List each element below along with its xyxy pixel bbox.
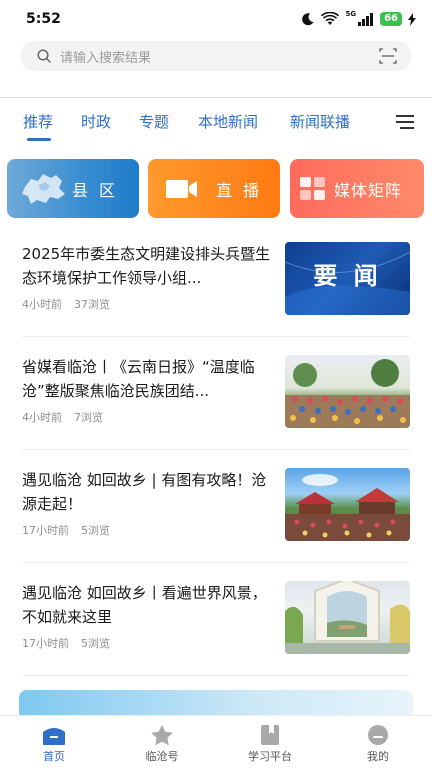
- profile-icon: [368, 725, 388, 745]
- nav-profile[interactable]: 我的: [338, 724, 418, 764]
- media-matrix-button[interactable]: 媒体矩阵: [290, 159, 424, 218]
- nav-lincang-account[interactable]: 临沧号: [122, 724, 202, 764]
- list-divider: [22, 675, 410, 676]
- news-thumbnail: [285, 355, 410, 428]
- tab-local-news[interactable]: 本地新闻: [198, 111, 258, 132]
- status-icons: 5G 66: [301, 10, 416, 26]
- nav-home[interactable]: 首页: [14, 724, 94, 764]
- live-channel-button[interactable]: 直 播: [148, 159, 280, 218]
- status-time: 5:52: [26, 11, 61, 27]
- news-time: 17小时前: [22, 637, 69, 650]
- scenic-photo: [285, 581, 410, 654]
- news-item[interactable]: 遇见临沧 如回故乡 | 有图有攻略！沧源走起！ 17小时前 5浏览: [22, 468, 410, 560]
- search-bar[interactable]: 请输入搜索结果: [20, 41, 412, 71]
- search-icon: [37, 49, 51, 63]
- scan-icon[interactable]: [378, 46, 398, 66]
- tab-recommend[interactable]: 推荐: [23, 111, 53, 132]
- news-time: 4小时前: [22, 298, 62, 311]
- search-input[interactable]: 请输入搜索结果: [60, 47, 151, 66]
- tab-politics[interactable]: 时政: [81, 111, 111, 132]
- news-views: 5浏览: [81, 524, 110, 537]
- news-meta: 17小时前 5浏览: [22, 635, 110, 651]
- list-divider: [22, 562, 410, 563]
- signal-icon: [358, 12, 374, 26]
- news-thumbnail: [285, 581, 410, 654]
- news-meta: 4小时前 37浏览: [22, 296, 110, 312]
- active-tab-indicator: [27, 138, 51, 141]
- news-title: 遇见临沧 如回故乡丨看遍世界风景，不如就来这里: [22, 584, 267, 626]
- nav-home-label: 首页: [43, 750, 65, 763]
- home-icon: [43, 728, 65, 745]
- news-title: 遇见临沧 如回故乡 | 有图有攻略！沧源走起！: [22, 471, 267, 513]
- nav-profile-label: 我的: [367, 750, 389, 763]
- county-channel-button[interactable]: 县 区: [7, 159, 139, 218]
- list-divider: [22, 449, 410, 450]
- news-time: 4小时前: [22, 411, 62, 424]
- news-views: 7浏览: [74, 411, 103, 424]
- moon-icon: [302, 13, 314, 26]
- news-meta: 17小时前 5浏览: [22, 522, 110, 538]
- news-thumb-text: 要 闻: [313, 261, 382, 290]
- nav-lincang-account-label: 临沧号: [145, 750, 179, 763]
- video-camera-icon: [165, 179, 197, 198]
- news-item[interactable]: 省媒看临沧丨《云南日报》“温度临沧”整版聚焦临沧民族团结... 4小时前 7浏览: [22, 355, 410, 447]
- battery-level: 66: [380, 12, 402, 26]
- festival-photo: [285, 359, 410, 428]
- bottom-navigation: 首页 临沧号 学习平台 我的: [0, 715, 432, 768]
- news-meta: 4小时前 7浏览: [22, 409, 103, 425]
- nav-learning-platform-label: 学习平台: [248, 750, 292, 763]
- news-thumbnail: [285, 468, 410, 541]
- tab-topics[interactable]: 专题: [139, 111, 169, 132]
- news-title: 2025年市委生态文明建设排头兵暨生态环境保护工作领导小组...: [22, 245, 271, 287]
- charging-icon: [408, 12, 416, 26]
- menu-icon[interactable]: [396, 115, 414, 129]
- news-item[interactable]: 遇见临沧 如回故乡丨看遍世界风景，不如就来这里 17小时前 5浏览: [22, 581, 410, 673]
- map-icon: [22, 174, 65, 204]
- news-title: 省媒看临沧丨《云南日报》“温度临沧”整版聚焦临沧民族团结...: [22, 358, 255, 400]
- star-icon: [151, 725, 173, 746]
- news-views: 37浏览: [74, 298, 110, 311]
- news-views: 5浏览: [81, 637, 110, 650]
- book-icon: [261, 725, 279, 745]
- status-bar: 5:52 5G 66: [0, 0, 432, 38]
- list-divider: [22, 336, 410, 337]
- nav-learning-platform[interactable]: 学习平台: [230, 724, 310, 764]
- village-photo: [285, 474, 410, 541]
- network-type: 5G: [345, 10, 357, 18]
- channel-tabs: 推荐 时政 专题 本地新闻 新闻联播: [0, 98, 432, 146]
- news-thumbnail: 要 闻: [285, 242, 410, 315]
- tab-news-broadcast[interactable]: 新闻联播: [290, 111, 350, 132]
- news-item[interactable]: 2025年市委生态文明建设排头兵暨生态环境保护工作领导小组... 4小时前 37浏…: [22, 242, 410, 334]
- wifi-icon: [321, 12, 340, 25]
- grid-icon: [300, 176, 325, 200]
- county-channel-label: 县 区: [71, 180, 119, 200]
- media-matrix-label: 媒体矩阵: [334, 180, 403, 200]
- live-channel-label: 直 播: [215, 180, 263, 200]
- news-time: 17小时前: [22, 524, 69, 537]
